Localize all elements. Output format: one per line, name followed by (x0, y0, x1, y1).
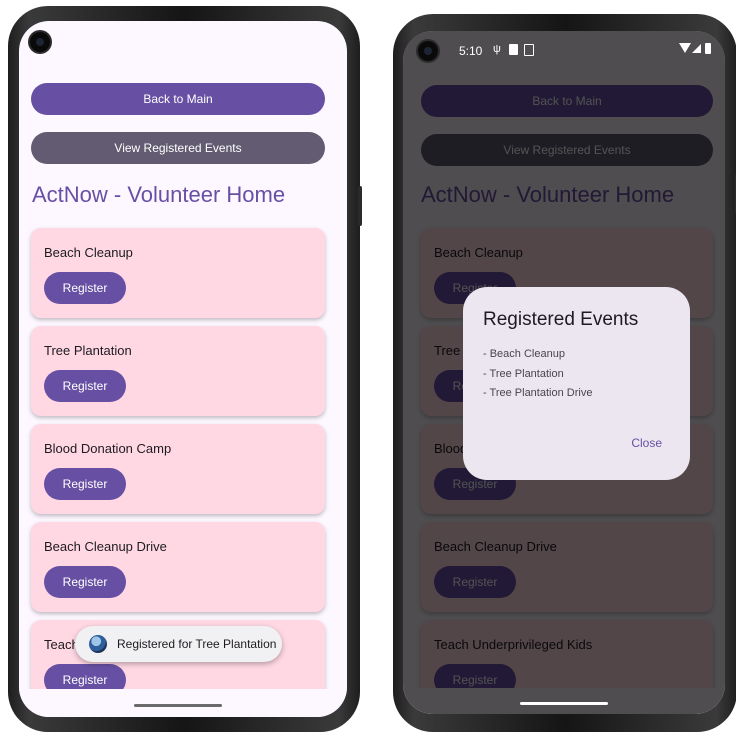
register-button[interactable]: Register (44, 272, 126, 304)
phone-left: Back to Main View Registered Events ActN… (8, 6, 362, 732)
toast: Registered for Tree Plantation (75, 626, 282, 662)
navigation-bar (19, 689, 347, 717)
front-camera-icon (30, 32, 50, 52)
front-camera-icon (418, 41, 438, 61)
sd-card-icon (509, 44, 518, 55)
dialog-title: Registered Events (483, 309, 639, 330)
home-indicator[interactable] (520, 702, 608, 705)
home-indicator[interactable] (134, 704, 222, 707)
event-card: Tree Plantation Register (31, 326, 325, 416)
list-item: - Beach Cleanup (483, 348, 565, 360)
status-bar (19, 21, 347, 51)
event-card: Beach Cleanup Register (31, 228, 325, 318)
wifi-icon (679, 43, 691, 53)
toast-text: Registered for Tree Plantation (117, 637, 277, 651)
event-card: Blood Donation Camp Register (31, 424, 325, 514)
battery-icon (705, 43, 711, 54)
signal-icon (692, 44, 701, 53)
screenshot-icon (524, 44, 534, 56)
list-item: - Tree Plantation (483, 367, 564, 380)
app-logo-icon (89, 635, 107, 653)
event-title: Blood Donation Camp (44, 441, 172, 456)
event-title: Tree Plantation (44, 343, 132, 358)
screen-left: Back to Main View Registered Events ActN… (19, 21, 347, 717)
usb-icon: ψ (493, 43, 501, 55)
page-title: ActNow - Volunteer Home (32, 182, 286, 207)
list-item: - Tree Plantation Drive (483, 387, 593, 399)
registered-events-dialog: Registered Events - Beach Cleanup - Tree… (463, 287, 690, 480)
screen-right: Back to Main View Registered Events ActN… (403, 31, 725, 714)
phone-right: Back to Main View Registered Events ActN… (393, 14, 736, 732)
register-button[interactable]: Register (44, 370, 126, 402)
status-time: 5:10 (459, 44, 483, 58)
close-button[interactable]: Close (623, 432, 670, 454)
register-button[interactable]: Register (44, 468, 126, 500)
registered-events-list: - Beach Cleanup - Tree Plantation - Tree… (483, 345, 592, 404)
register-button[interactable]: Register (44, 566, 126, 598)
event-title: Beach Cleanup Drive (44, 539, 167, 554)
view-registered-events-button[interactable]: View Registered Events (31, 132, 325, 164)
status-bar: 5:10 ψ (403, 31, 725, 61)
power-button (358, 186, 362, 226)
back-to-main-button[interactable]: Back to Main (31, 83, 325, 115)
event-title: Beach Cleanup (44, 245, 133, 260)
event-card: Beach Cleanup Drive Register (31, 522, 325, 612)
